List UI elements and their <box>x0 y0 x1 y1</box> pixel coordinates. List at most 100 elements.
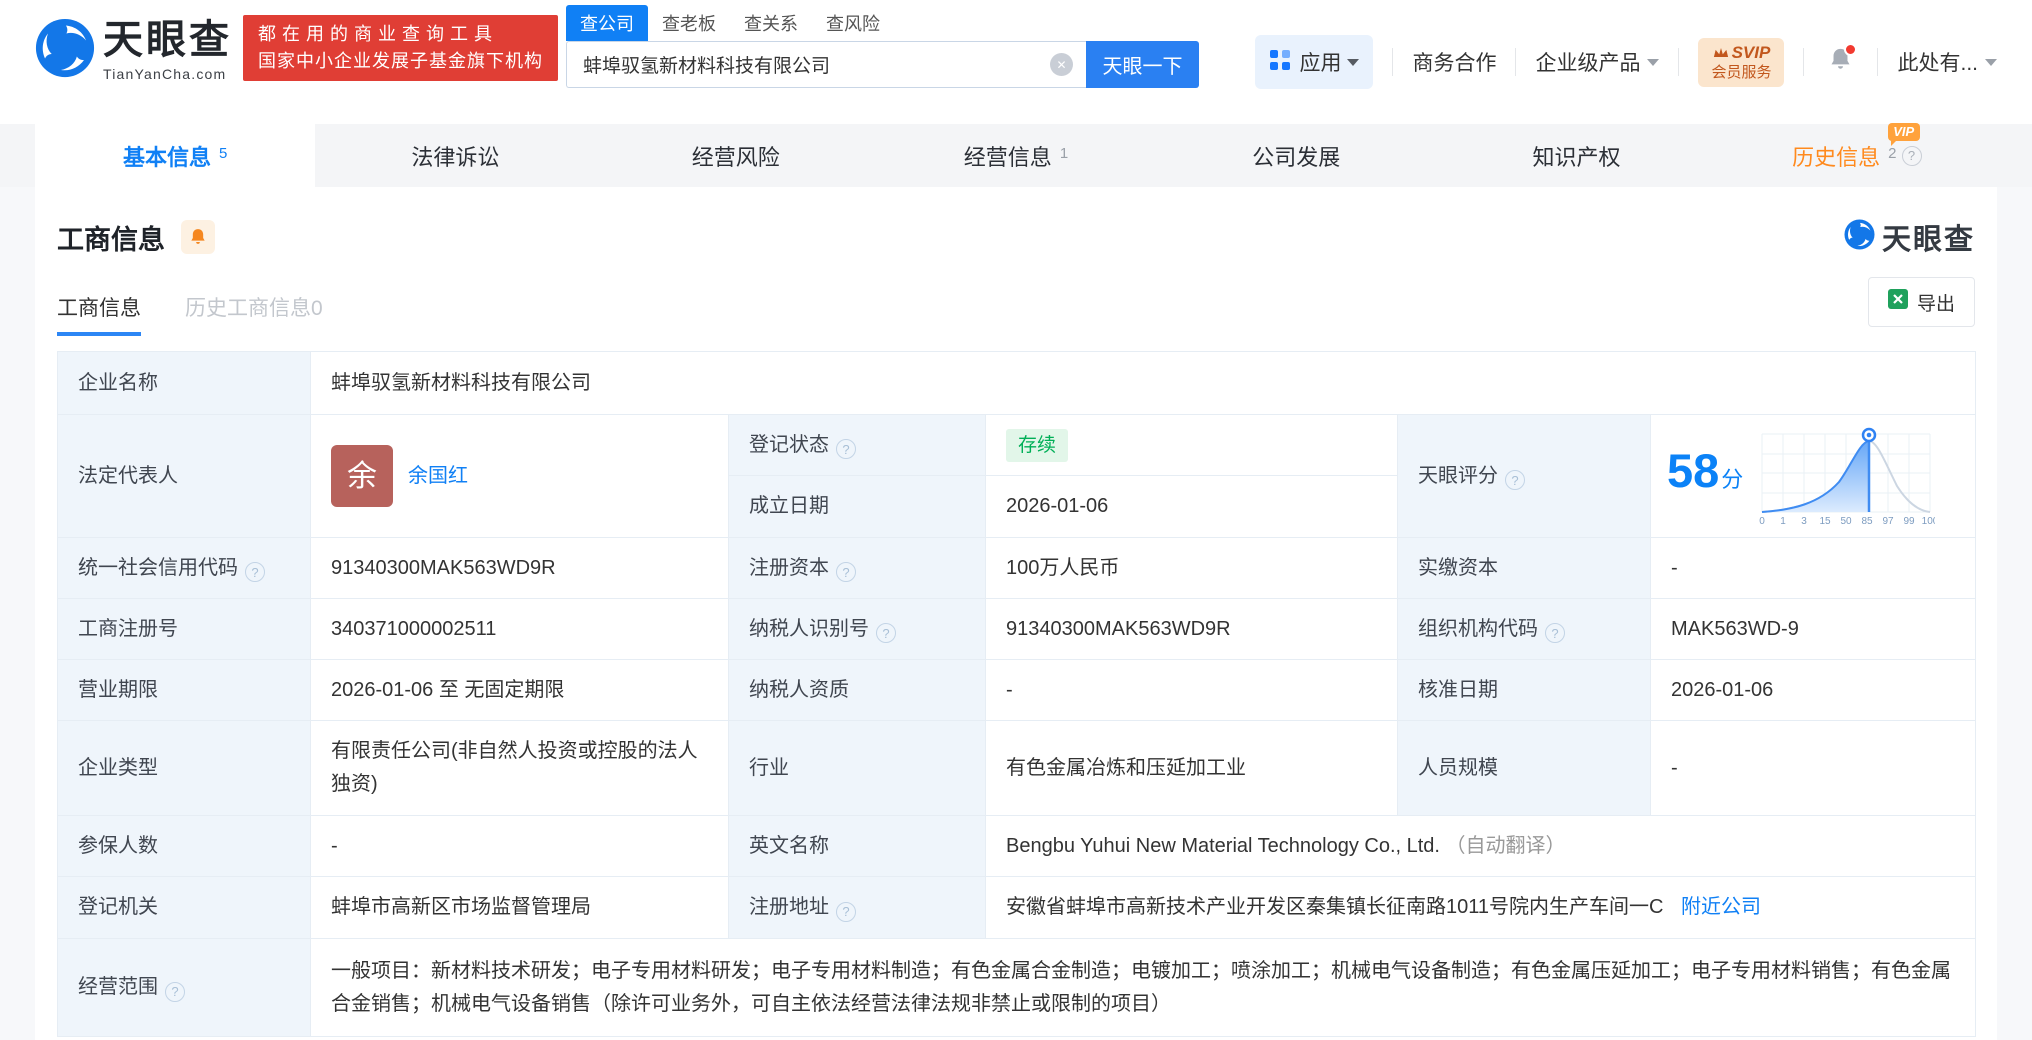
apps-menu[interactable]: 应用 <box>1255 35 1374 89</box>
reg-capital-label: 注册资本 <box>728 537 986 599</box>
subscribe-bell-icon[interactable] <box>181 220 215 254</box>
company-section-tabs: 基本信息 5 法律诉讼 经营风险 经营信息 1 公司发展 知识产权 历史信息 V… <box>0 122 2032 187</box>
tab-operation-info[interactable]: 经营信息 1 <box>876 124 1156 187</box>
approval-date-label: 核准日期 <box>1397 659 1651 721</box>
taxpayer-id-label: 纳税人识别号 <box>728 598 986 660</box>
apps-label: 应用 <box>1299 52 1342 75</box>
subtab-history-business-info[interactable]: 历史工商信息0 <box>185 295 323 336</box>
tab-count: 5 <box>218 145 228 162</box>
tab-intellectual-property[interactable]: 知识产权 <box>1436 124 1716 187</box>
business-scope-value: 一般项目：新材料技术研发；电子专用材料研发；电子专用材料制造；有色金属合金制造；… <box>309 938 1977 1037</box>
paid-capital-value: - <box>1649 537 1977 599</box>
search-button[interactable]: 天眼一下 <box>1086 41 1199 88</box>
notifications-bell-icon[interactable] <box>1827 43 1858 78</box>
company-type-value: 有限责任公司(非自然人投资或控股的法人独资) <box>310 720 729 816</box>
svg-text:15: 15 <box>1820 516 1832 526</box>
tianyancha-swirl-icon <box>35 18 95 83</box>
account-menu[interactable]: 此处有... <box>1897 47 1997 77</box>
paid-capital-label: 实缴资本 <box>1397 537 1651 599</box>
help-icon[interactable] <box>836 562 856 582</box>
tab-count: 1 <box>1059 145 1069 162</box>
search-input[interactable] <box>567 53 1050 76</box>
table-row: 经营范围 一般项目：新材料技术研发；电子专用材料研发；电子专用材料制造；有色金属… <box>57 938 1977 1037</box>
industry-value: 有色金属冶炼和压延加工业 <box>985 720 1398 816</box>
score-value: 58 <box>1667 444 1720 497</box>
svg-text:100: 100 <box>1922 516 1935 526</box>
subtab-business-info[interactable]: 工商信息 <box>57 295 141 336</box>
business-term-label: 营业期限 <box>57 659 311 721</box>
nav-enterprise-products[interactable]: 企业级产品 <box>1535 47 1660 77</box>
tab-company-development[interactable]: 公司发展 <box>1156 124 1436 187</box>
help-icon[interactable] <box>836 439 856 459</box>
svg-text:97: 97 <box>1883 516 1895 526</box>
tab-legal-proceedings[interactable]: 法律诉讼 <box>315 124 595 187</box>
help-icon[interactable] <box>836 901 856 922</box>
score-distribution-chart: 0 1 3 15 50 85 97 99 100 <box>1760 427 1935 526</box>
svg-text:3: 3 <box>1802 516 1808 526</box>
registry-value: 蚌埠市高新区市场监督管理局 <box>310 876 729 939</box>
business-term-value: 2026-01-06 至 无固定期限 <box>310 659 729 721</box>
industry-label: 行业 <box>728 720 986 816</box>
tianyancha-watermark: 天眼查 <box>1844 216 1975 258</box>
clear-search-icon[interactable] <box>1050 53 1073 76</box>
business-info-table: 企业名称 蚌埠驭氢新材料科技有限公司 法定代表人 余 余国红 登记状态 存续 天… <box>57 351 1977 1037</box>
taxpayer-quality-value: - <box>985 659 1398 721</box>
tianyancha-logo[interactable]: 天眼查 TianYanCha.com <box>35 18 232 83</box>
top-navigation: 应用 商务合作 企业级产品 SVIP 会员服务 此处有... <box>1255 0 1997 124</box>
help-icon[interactable] <box>876 623 896 643</box>
subtabs: 工商信息 历史工商信息0 <box>57 295 1975 336</box>
score-cell: 58分 0 1 3 15 50 85 97 99 10 <box>1649 414 1977 538</box>
tab-operation-risk[interactable]: 经营风险 <box>596 124 876 187</box>
search-tab-risk[interactable]: 查风险 <box>812 5 894 41</box>
nav-business-cooperation[interactable]: 商务合作 <box>1412 47 1496 77</box>
svg-text:1: 1 <box>1781 516 1787 526</box>
address-label: 注册地址 <box>728 876 986 939</box>
staff-size-label: 人员规模 <box>1397 720 1651 816</box>
insured-value: - <box>310 815 729 877</box>
divider <box>1515 48 1517 76</box>
legal-rep-link[interactable]: 余国红 <box>408 460 468 493</box>
svip-membership-button[interactable]: SVIP 会员服务 <box>1698 37 1785 87</box>
approval-date-value: 2026-01-06 <box>1649 659 1977 721</box>
divider <box>1392 48 1394 76</box>
divider <box>1803 48 1805 76</box>
help-icon[interactable] <box>1901 145 1922 166</box>
established-label: 成立日期 <box>728 475 986 538</box>
business-info-card: 工商信息 天眼查 工商信息 历史工商信息0 导出 企业名称 蚌埠驭氢新材料科技有… <box>35 187 1997 1040</box>
established-value: 2026-01-06 <box>985 475 1398 538</box>
help-icon[interactable] <box>165 981 185 1002</box>
help-icon[interactable] <box>1545 623 1565 643</box>
header: 天眼查 TianYanCha.com 都在用的商业查询工具 国家中小企业发展子基… <box>0 0 2032 124</box>
vip-badge: VIP <box>1888 122 1921 146</box>
reg-number-value: 340371000002511 <box>310 598 729 660</box>
tab-history-info[interactable]: 历史信息 VIP 2 <box>1717 122 1997 187</box>
brand-name: 天眼查 <box>103 18 232 62</box>
help-icon[interactable] <box>1505 470 1525 490</box>
reg-status-label: 登记状态 <box>728 414 986 476</box>
reg-number-label: 工商注册号 <box>57 598 311 660</box>
promo-line1: 都在用的商业查询工具 <box>258 24 498 44</box>
notification-dot <box>1844 43 1858 56</box>
english-name-value: Bengbu Yuhui New Material Technology Co.… <box>984 815 1977 877</box>
taxpayer-id-value: 91340300MAK563WD9R <box>985 598 1398 660</box>
search-tab-company[interactable]: 查公司 <box>566 5 648 41</box>
search-tab-relation[interactable]: 查关系 <box>730 5 812 41</box>
help-icon[interactable] <box>245 562 265 582</box>
legal-rep-cell: 余 余国红 <box>310 414 729 538</box>
tab-count: 2 <box>1888 145 1897 162</box>
export-button[interactable]: 导出 <box>1867 277 1975 327</box>
search-tab-boss[interactable]: 查老板 <box>648 5 730 41</box>
company-name-label: 企业名称 <box>57 351 311 415</box>
nearby-companies-link[interactable]: 附近公司 <box>1681 896 1761 918</box>
org-code-label: 组织机构代码 <box>1397 598 1651 660</box>
svg-text:0: 0 <box>1760 516 1766 526</box>
tab-basic-info[interactable]: 基本信息 5 <box>35 124 316 187</box>
page-body: 工商信息 天眼查 工商信息 历史工商信息0 导出 企业名称 蚌埠驭氢新材料科技有… <box>0 187 2032 1040</box>
table-row: 企业名称 蚌埠驭氢新材料科技有限公司 <box>57 351 1977 415</box>
insured-label: 参保人数 <box>57 815 311 877</box>
reg-status-value: 存续 <box>985 414 1398 476</box>
promo-line2: 国家中小企业发展子基金旗下机构 <box>258 51 543 71</box>
english-name-label: 英文名称 <box>728 815 986 877</box>
brand-domain: TianYanCha.com <box>103 66 227 82</box>
table-row: 工商注册号 340371000002511 纳税人识别号 91340300MAK… <box>57 598 1977 660</box>
